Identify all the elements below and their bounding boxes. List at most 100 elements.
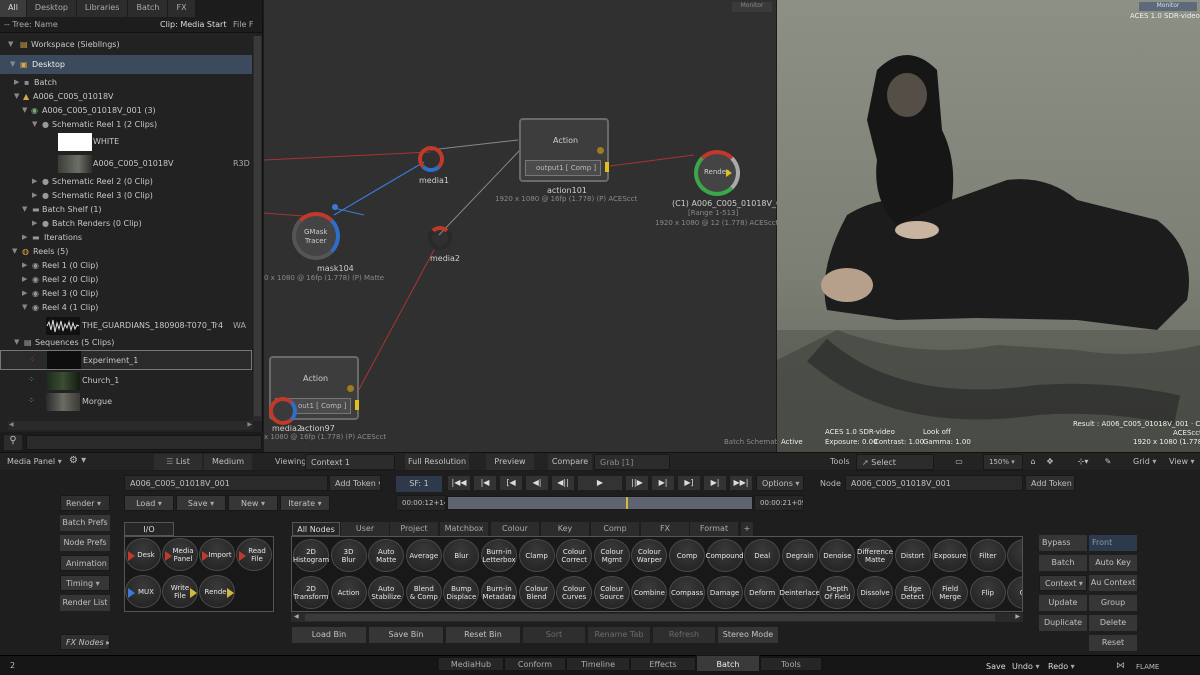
node-tab-2[interactable]: Project [390, 522, 438, 536]
fx-node-button[interactable]: Average [405, 539, 442, 572]
node-action101[interactable]: Action output1 [ Comp ] [519, 118, 609, 182]
node-tab-7[interactable]: FX [641, 522, 689, 536]
tab-io[interactable]: I/O [124, 522, 174, 536]
tab-batch[interactable]: Batch [128, 0, 168, 17]
node-tab-5[interactable]: Key [541, 522, 589, 536]
fx-nodes-dropdown[interactable]: FX Nodes ▸ [60, 634, 110, 650]
tree-row-sequences[interactable]: ▼ ▤ Sequences (5 Clips) [0, 336, 252, 350]
io-write-file-button[interactable]: Write File [162, 575, 198, 608]
tab-fx[interactable]: FX [168, 0, 195, 17]
frame-back-icon[interactable]: ◀|| [552, 476, 574, 490]
expand-icon[interactable]: ▼ [10, 60, 15, 68]
pan-icon[interactable]: ✥ [1042, 454, 1058, 470]
scrollbar-thumb[interactable] [305, 614, 995, 621]
options-dropdown[interactable]: Options [756, 475, 804, 491]
scroll-left-icon[interactable]: ◀ [9, 421, 14, 428]
fx-node-button[interactable]: Auto Matte [368, 539, 405, 572]
node-tab-9[interactable]: + [741, 522, 753, 536]
fx-node-button[interactable]: Combine [631, 576, 668, 609]
fx-node-button[interactable]: Dissolve [857, 576, 893, 609]
expand-icon[interactable]: ▶ [32, 219, 37, 227]
tree-row-guardians[interactable]: THE_GUARDIANS_180908-T070_Tr4 WA [0, 316, 252, 336]
save-dropdown[interactable]: Save [176, 495, 226, 511]
scroll-left-icon[interactable]: ◀ [294, 613, 299, 620]
fx-node-button[interactable]: Comp [669, 539, 705, 572]
tree-row-batch-renders[interactable]: ▶ ● Batch Renders (0 Clip) [0, 217, 252, 231]
fx-node-button[interactable]: Colour Blend [518, 576, 555, 609]
tree-row-experiment[interactable]: ⁘ Experiment_1 [0, 350, 252, 370]
tab-all[interactable]: All [0, 0, 26, 17]
tab-libraries[interactable]: Libraries [76, 0, 128, 17]
fx-node-button[interactable]: Degrain [781, 539, 818, 572]
image-viewer[interactable]: Monitor ACES 1.0 SDR-video ACES 1.0 SDR-… [777, 0, 1200, 452]
load-bin-button[interactable]: Load Bin [292, 627, 366, 643]
fx-node-button[interactable]: Depth Of Field [819, 576, 856, 609]
tree-row-a006-clip[interactable]: A006_C005_01018V R3D [0, 154, 252, 174]
search-icon[interactable]: ⚲ [4, 435, 22, 450]
fx-node-button[interactable]: Flip [969, 576, 1006, 609]
node-tab-1[interactable]: User [341, 522, 389, 536]
fx-node-button[interactable]: Colour Warper [631, 539, 668, 572]
tree-row-reel-3[interactable]: ▶ ◉ Reel 3 (0 Clip) [0, 287, 252, 301]
add-token-dropdown[interactable]: Add Token [329, 475, 381, 491]
batch-prefs-button[interactable]: Batch Prefs [60, 515, 110, 531]
timeline-scrubber[interactable] [447, 496, 753, 510]
medium-view-button[interactable]: Medium [204, 454, 252, 470]
fx-node-button[interactable]: GM [1007, 576, 1022, 609]
fx-node-button[interactable]: Filter [969, 539, 1006, 572]
go-start-icon[interactable]: |◀◀ [448, 476, 470, 490]
fx-node-button[interactable]: Colour Mgmt [593, 539, 630, 572]
expand-icon[interactable]: ▶ [32, 191, 37, 199]
tree-row-reel-1[interactable]: ▶ ◉ Reel 1 (0 Clip) [0, 259, 252, 273]
node-media2-ring[interactable] [269, 397, 297, 425]
fx-node-button[interactable]: Distort [894, 539, 931, 572]
tab-timeline[interactable]: Timeline [566, 657, 630, 671]
scroll-right-icon[interactable]: ▶ [247, 421, 252, 428]
expand-icon[interactable]: ▼ [14, 92, 19, 100]
tree-vertical-scrollbar[interactable] [253, 36, 262, 421]
tree-row-church[interactable]: ⁘ Church_1 [0, 371, 252, 391]
grab-field[interactable]: Grab [1] [594, 454, 670, 470]
scrollbar-thumb[interactable] [254, 36, 261, 416]
tab-mediahub[interactable]: MediaHub [438, 657, 504, 671]
node-tab-4[interactable]: Colour [491, 522, 539, 536]
fx-node-button[interactable]: Compound [706, 539, 744, 572]
new-dropdown[interactable]: New [228, 495, 278, 511]
tab-conform[interactable]: Conform [504, 657, 566, 671]
fx-node-button[interactable]: Edge Detect [894, 576, 931, 609]
go-end-icon[interactable]: ▶▶| [730, 476, 752, 490]
fx-node-button[interactable]: 2D Transform [293, 576, 329, 609]
clip-name-field[interactable]: A006_C005_01018V_001 [124, 475, 328, 491]
fx-node-button[interactable]: Clamp [518, 539, 555, 572]
tree-row-reel-2[interactable]: ▶ ◉ Reel 2 (0 Clip) [0, 273, 252, 287]
au-context-button[interactable]: Au Context [1089, 575, 1137, 591]
fx-node-button[interactable]: Field Merge [932, 576, 969, 609]
io-mux-button[interactable]: MUX [125, 575, 161, 608]
expand-icon[interactable]: ▼ [8, 40, 13, 48]
tree-row-batch[interactable]: ▶ ▪ Batch [0, 76, 252, 90]
search-input[interactable] [26, 435, 262, 450]
node-prefs-button[interactable]: Node Prefs [60, 535, 110, 551]
grid-toggle-icon[interactable]: ⊹▾ [1072, 454, 1094, 470]
fx-node-button[interactable]: Action [330, 576, 367, 609]
list-view-button[interactable]: ☰ List [154, 454, 202, 470]
prev-keyframe-icon[interactable]: |◀ [474, 476, 496, 490]
tree-row-morgue[interactable]: ⁘ Morgue [0, 392, 252, 412]
undo-menu[interactable]: Undo ▾ [1012, 662, 1039, 671]
redo-menu[interactable]: Redo ▾ [1048, 662, 1075, 671]
node-media1[interactable] [418, 146, 444, 172]
tree-row-schematic-reel-2[interactable]: ▶ ● Schematic Reel 2 (0 Clip) [0, 175, 252, 189]
io-desk-button[interactable]: Desk [125, 538, 161, 571]
render-list-button[interactable]: Render List [60, 595, 110, 611]
fx-node-button[interactable]: Exposure [932, 539, 969, 572]
delete-button[interactable]: Delete [1089, 615, 1137, 631]
tree-row-workspace[interactable]: ▼ ▤ Workspace (Siebllngs) [0, 38, 252, 52]
load-dropdown[interactable]: Load [124, 495, 174, 511]
render-dropdown[interactable]: Render [60, 495, 110, 511]
node-render[interactable]: Render [694, 150, 740, 196]
tree-row-white[interactable]: WHITE [0, 132, 252, 152]
fx-node-button[interactable]: Auto Stabilize [368, 576, 405, 609]
expand-icon[interactable]: ▶ [22, 233, 27, 241]
fx-node-button[interactable]: Burn-in Metadata [481, 576, 517, 609]
tree-row-batch-shelf[interactable]: ▼ ▬ Batch Shelf (1) [0, 203, 252, 217]
